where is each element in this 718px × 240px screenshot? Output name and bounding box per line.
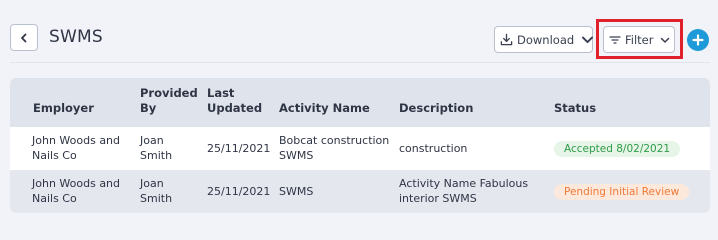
download-label: Download [517,32,575,47]
column-header-line: Provided [140,86,198,100]
page-header: SWMS Download Filter [0,0,718,62]
cell-line: Nails Co [32,192,77,205]
cell-line: Nails Co [32,149,77,162]
column-header-line: Last [207,86,235,100]
cell-line: Bobcat construction [279,134,390,147]
filter-button[interactable]: Filter [603,26,675,53]
back-button[interactable] [10,24,38,51]
cell-employer: John Woods and Nails Co [32,176,120,206]
cell-last-updated: 25/11/2021 [207,142,271,155]
header-divider [10,62,710,63]
cell-line: Joan [140,177,164,190]
filter-label: Filter [625,32,654,47]
status-badge: Pending Initial Review [554,184,690,200]
cell-employer: John Woods and Nails Co [32,133,120,163]
column-header-description[interactable]: Description [399,101,473,116]
column-header-provided-by[interactable]: Provided By [140,86,198,116]
download-button[interactable]: Download [494,26,594,53]
cell-line: Joan [140,134,164,147]
column-header-employer[interactable]: Employer [33,101,94,116]
cell-line: Smith [140,192,173,205]
page-title: SWMS [49,27,103,47]
table-row[interactable]: John Woods and Nails Co Joan Smith 25/11… [10,170,710,213]
cell-last-updated: 25/11/2021 [207,185,271,198]
cell-line: Activity Name Fabulous [399,177,529,190]
cell-line: John Woods and [32,134,121,147]
cell-line: interior SWMS [399,192,477,205]
cell-line: John Woods and [32,177,121,190]
column-header-line: Updated [207,101,263,115]
cell-activity-name: SWMS [279,185,314,198]
cell-description: Activity Name Fabulous interior SWMS [399,176,528,206]
cell-line: Smith [140,149,173,162]
status-badge: Accepted 8/02/2021 [554,141,681,157]
filter-lines-icon [609,35,621,44]
column-header-activity-name[interactable]: Activity Name [279,101,370,116]
cell-description: construction [399,142,468,155]
add-button[interactable] [687,29,709,51]
cell-provided-by: Joan Smith [140,176,172,206]
swms-table: Employer Provided By Last Updated Activi… [10,78,710,213]
table-row[interactable]: John Woods and Nails Co Joan Smith 25/11… [10,127,710,170]
cell-activity-name: Bobcat construction SWMS [279,133,389,163]
plus-icon [692,34,704,46]
column-header-last-updated[interactable]: Last Updated [207,86,262,116]
column-header-line: By [140,101,157,115]
chevron-down-icon [661,37,670,43]
chevron-down-icon [582,36,594,44]
download-icon [500,33,513,46]
cell-provided-by: Joan Smith [140,133,172,163]
cell-line: SWMS [279,149,314,162]
column-header-status[interactable]: Status [554,101,596,116]
chevron-left-icon [21,33,27,42]
table-header: Employer Provided By Last Updated Activi… [10,78,710,127]
